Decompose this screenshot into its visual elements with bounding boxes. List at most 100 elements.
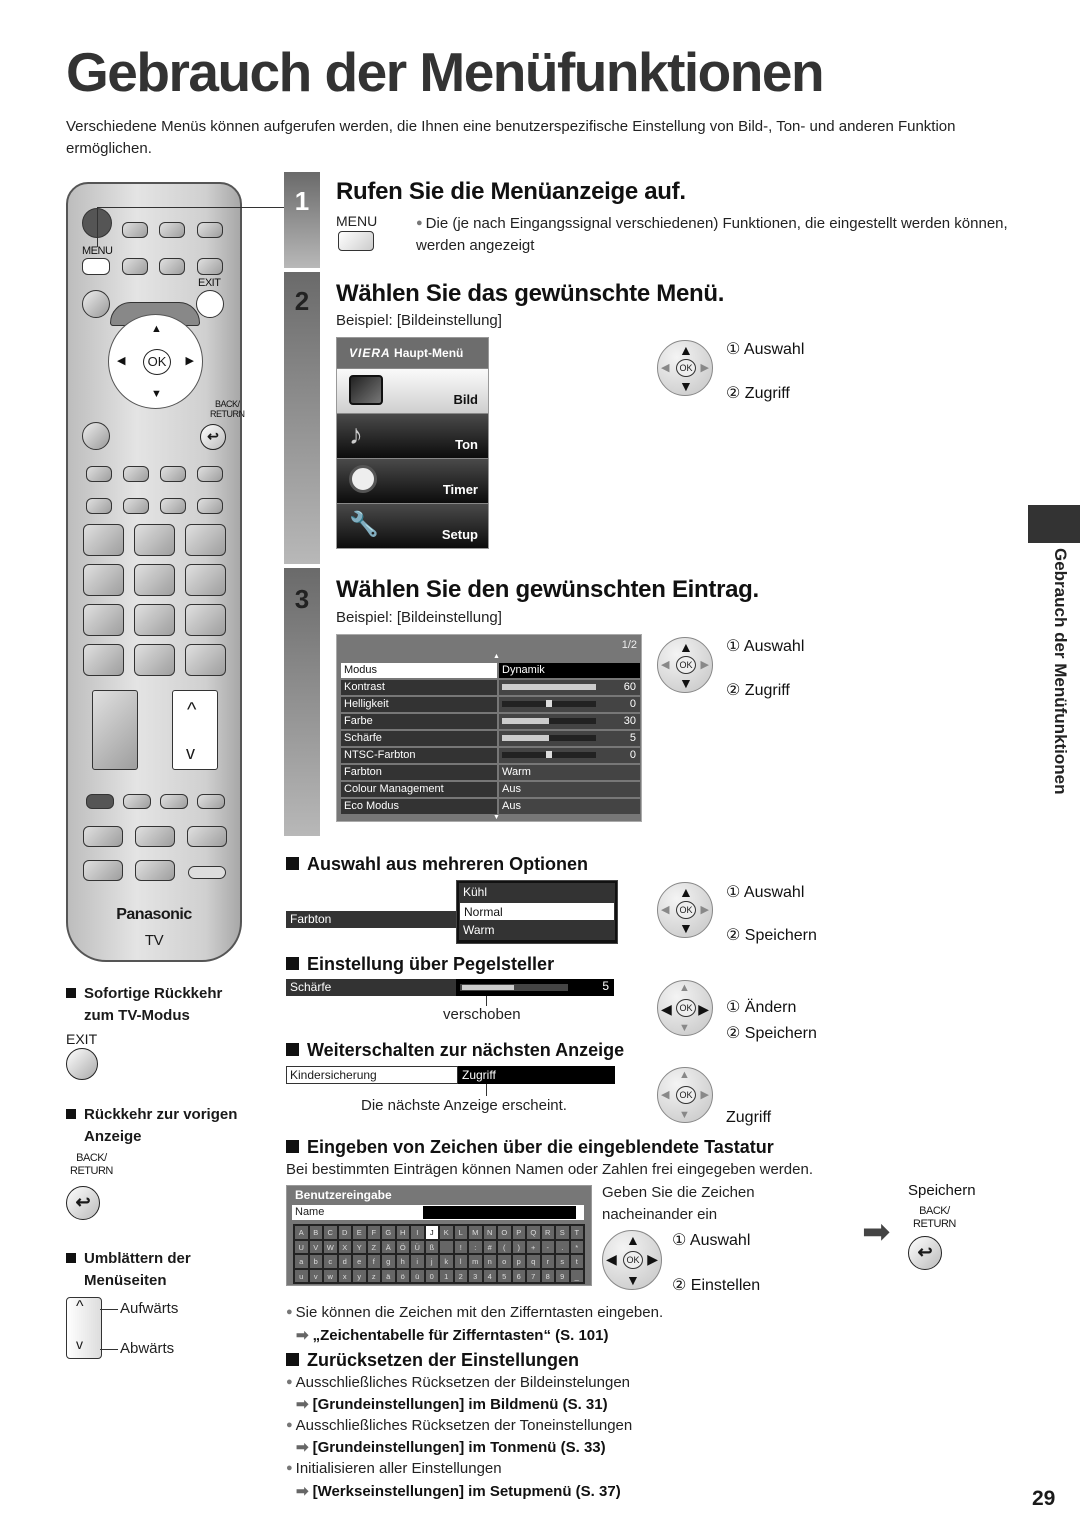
option-normal[interactable]: Normal — [459, 902, 615, 921]
color-button-yellow[interactable] — [160, 794, 188, 809]
keyboard-key[interactable]: 8 — [540, 1268, 555, 1283]
keyboard-key[interactable]: . — [555, 1239, 570, 1254]
remote-round-button[interactable] — [82, 422, 110, 450]
menu-item-setup[interactable]: 🔧 Setup — [337, 503, 488, 548]
keyboard-key[interactable]: X — [337, 1239, 352, 1254]
keyboard-key[interactable]: g — [381, 1254, 396, 1269]
keyboard-key[interactable]: I — [410, 1225, 425, 1240]
zugriff-value[interactable]: Zugriff — [458, 1066, 615, 1084]
keyboard-key[interactable]: Z — [366, 1239, 381, 1254]
remote-button[interactable] — [123, 498, 149, 514]
keyboard-key[interactable]: ü — [410, 1268, 425, 1283]
keyboard-key[interactable]: V — [308, 1239, 323, 1254]
keyboard-key[interactable]: H — [395, 1225, 410, 1240]
keyboard-key[interactable]: p — [511, 1254, 526, 1269]
keyboard-key[interactable]: 5 — [497, 1268, 512, 1283]
keyboard-key[interactable]: ö — [395, 1268, 410, 1283]
remote-button[interactable] — [160, 498, 186, 514]
remote-button[interactable] — [86, 498, 112, 514]
number-button[interactable] — [83, 564, 124, 596]
settings-row[interactable]: Kontrast 60 — [341, 680, 640, 695]
color-button-blue[interactable] — [197, 794, 225, 809]
menu-item-ton[interactable]: ♪ Ton — [337, 413, 488, 458]
keyboard-key[interactable]: 6 — [511, 1268, 526, 1283]
name-input[interactable] — [423, 1206, 576, 1219]
ok-button[interactable]: OK — [143, 349, 171, 375]
keyboard-key[interactable]: i — [410, 1254, 425, 1269]
keyboard-key[interactable]: D — [337, 1225, 352, 1240]
number-button[interactable] — [83, 524, 124, 556]
keyboard-key[interactable]: l — [453, 1254, 468, 1269]
reset-ref-link[interactable]: ➡ [Grundeinstellungen] im Bildmenü (S. 31… — [296, 1395, 608, 1413]
remote-button[interactable] — [187, 826, 227, 847]
keyboard-key[interactable]: n — [482, 1254, 497, 1269]
volume-button[interactable] — [92, 690, 138, 770]
keyboard-key[interactable]: F — [366, 1225, 381, 1240]
remote-button[interactable] — [122, 258, 148, 275]
remote-button[interactable] — [160, 466, 186, 482]
keyboard-key[interactable]: K — [439, 1225, 454, 1240]
keyboard-key[interactable]: 0 — [424, 1268, 439, 1283]
keyboard-key[interactable]: 4 — [482, 1268, 497, 1283]
keyboard-key[interactable]: O — [497, 1225, 512, 1240]
remote-button[interactable] — [197, 466, 223, 482]
menu-item-bild[interactable]: Bild — [337, 368, 488, 413]
remote-button[interactable] — [197, 222, 223, 238]
back-return-button[interactable]: ↩ — [66, 1186, 100, 1220]
keyboard-key[interactable]: * — [569, 1239, 584, 1254]
number-button[interactable] — [134, 564, 175, 596]
keyboard-key[interactable]: ( — [497, 1239, 512, 1254]
keyboard-key[interactable]: f — [366, 1254, 381, 1269]
remote-button[interactable] — [135, 860, 175, 881]
keyboard-key[interactable]: u — [294, 1268, 309, 1283]
keyboard-key[interactable]: k — [439, 1254, 454, 1269]
keyboard-key[interactable]: + — [526, 1239, 541, 1254]
keyboard-key[interactable]: z — [366, 1268, 381, 1283]
keyboard-key[interactable]: r — [540, 1254, 555, 1269]
keyboard-key[interactable]: o — [497, 1254, 512, 1269]
keyboard-key[interactable]: j — [424, 1254, 439, 1269]
remote-dpad[interactable]: ▲ ▼ ◀ ▶ OK — [108, 314, 203, 409]
keyboard-key[interactable]: ! — [453, 1239, 468, 1254]
number-button[interactable] — [185, 524, 226, 556]
number-button[interactable] — [185, 644, 226, 676]
keyboard-key[interactable]: d — [337, 1254, 352, 1269]
keyboard-key[interactable]: Q — [526, 1225, 541, 1240]
remote-button[interactable] — [159, 222, 185, 238]
remote-button[interactable] — [122, 222, 148, 238]
back-return-button[interactable]: ↩ — [908, 1236, 942, 1270]
keyboard-key[interactable]: C — [323, 1225, 338, 1240]
remote-button[interactable] — [159, 258, 185, 275]
remote-button[interactable] — [86, 466, 112, 482]
keyboard-key[interactable]: v — [308, 1268, 323, 1283]
color-button-red[interactable] — [86, 794, 114, 809]
remote-button[interactable] — [135, 826, 175, 847]
keyboard-key[interactable]: s — [555, 1254, 570, 1269]
options-dropdown[interactable]: Kühl Normal Warm — [456, 880, 618, 944]
settings-row[interactable]: Schärfe 5 — [341, 731, 640, 746]
number-button[interactable] — [134, 604, 175, 636]
keyboard-ref-link[interactable]: ➡ „Zeichentabelle für Zifferntasten“ (S. … — [296, 1326, 608, 1344]
keyboard-key[interactable]: b — [308, 1254, 323, 1269]
remote-button[interactable] — [83, 860, 123, 881]
keyboard-key[interactable]: ß — [424, 1239, 439, 1254]
keyboard-key[interactable]: x — [337, 1268, 352, 1283]
keyboard-key[interactable]: a — [294, 1254, 309, 1269]
keyboard-key[interactable]: Y — [352, 1239, 367, 1254]
keyboard-key[interactable]: T — [569, 1225, 584, 1240]
keyboard-key[interactable]: h — [395, 1254, 410, 1269]
settings-row[interactable]: Modus Dynamik — [341, 663, 640, 678]
name-field[interactable]: Name — [292, 1205, 584, 1220]
keyboard-key[interactable]: y — [352, 1268, 367, 1283]
keyboard-key[interactable]: 2 — [453, 1268, 468, 1283]
keyboard-key[interactable]: # — [482, 1239, 497, 1254]
menu-item-timer[interactable]: Timer — [337, 458, 488, 503]
keyboard-key[interactable]: 3 — [468, 1268, 483, 1283]
number-button[interactable] — [134, 644, 175, 676]
color-button-green[interactable] — [123, 794, 151, 809]
keyboard-key[interactable]: ) — [511, 1239, 526, 1254]
keyboard-key[interactable]: w — [323, 1268, 338, 1283]
keyboard-key[interactable]: S — [555, 1225, 570, 1240]
page-updown-button[interactable]: ^ v — [172, 690, 218, 770]
keyboard-key[interactable]: E — [352, 1225, 367, 1240]
